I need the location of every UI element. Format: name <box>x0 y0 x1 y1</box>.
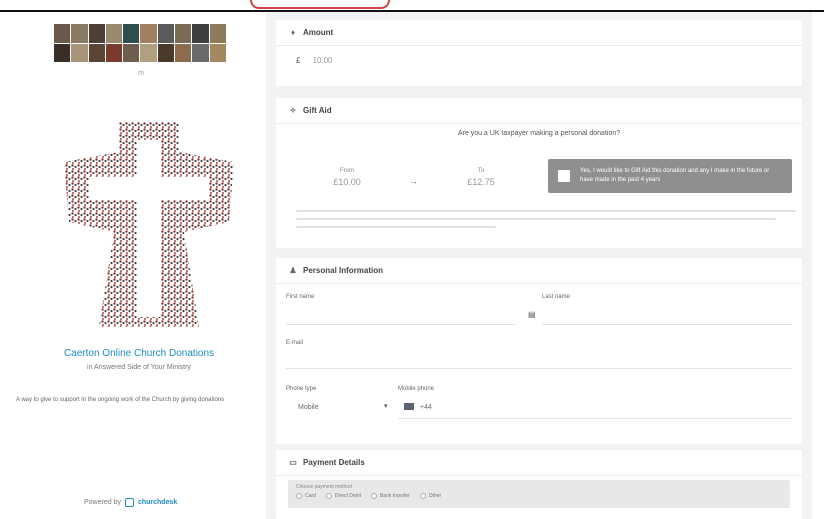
chevron-down-icon[interactable]: ▾ <box>384 402 388 410</box>
personal-info-header: ♟ Personal Information <box>276 258 802 284</box>
church-name: Caerton Online Church Donations <box>63 348 215 359</box>
gift-aid-to: To £12.75 <box>446 168 516 187</box>
brand-logo-icon <box>124 498 134 507</box>
payment-panel: ▭ Payment Details Choose payment method … <box>276 450 802 519</box>
gift-icon: ✧ <box>289 106 297 115</box>
gift-aid-checkbox-panel[interactable]: Yes, I would like to Gift Aid this donat… <box>548 159 792 193</box>
amount-title: Amount <box>303 28 334 37</box>
contact-card-icon: ▤ <box>528 310 536 319</box>
diamond-icon: ♦ <box>290 28 296 37</box>
personal-info-title: Personal Information <box>303 266 384 275</box>
payment-header: ▭ Payment Details <box>276 450 802 476</box>
first-name-label: First name <box>286 294 315 300</box>
mobile-phone-input[interactable]: +44 <box>420 404 432 411</box>
window-top-border <box>0 0 824 12</box>
amount-panel: ♦ Amount £ 10.00 <box>276 20 802 86</box>
gift-aid-title: Gift Aid <box>303 106 332 115</box>
payment-option-direct-debit[interactable]: Direct Debit <box>325 493 361 499</box>
email-input[interactable] <box>286 368 792 369</box>
radio-icon[interactable] <box>370 493 377 499</box>
amount-header: ♦ Amount <box>276 20 802 46</box>
payment-option-label: Bank transfer <box>379 493 410 499</box>
cross-crowd-image <box>64 122 234 327</box>
uk-flag-icon[interactable] <box>404 403 414 410</box>
mobile-phone-underline <box>398 418 792 419</box>
payment-options: Card Direct Debit Bank transfer Other <box>296 493 441 499</box>
mobile-phone-label: Mobile phone <box>398 386 435 392</box>
church-logo-mark: m <box>138 70 146 77</box>
gift-aid-from: From £10.00 <box>312 168 382 187</box>
gift-aid-panel: ✧ Gift Aid Are you a UK taxpayer making … <box>276 98 802 248</box>
radio-icon[interactable] <box>296 493 302 499</box>
to-value: £12.75 <box>467 177 495 187</box>
payment-option-label: Card <box>305 493 316 499</box>
personal-info-panel: ♟ Personal Information First name ▤ Last… <box>276 258 802 444</box>
radio-icon[interactable] <box>419 493 426 499</box>
church-description: A way to give to support in the ongoing … <box>16 397 225 403</box>
email-label: E-mail <box>286 340 304 346</box>
payment-title: Payment Details <box>303 458 365 467</box>
gift-aid-fine-print <box>296 210 796 228</box>
phone-type-select[interactable]: Mobile <box>298 404 319 411</box>
to-label: To <box>477 168 485 174</box>
amount-input-row[interactable]: £ 10.00 <box>296 56 332 65</box>
gift-aid-header: ✧ Gift Aid <box>276 98 802 124</box>
payment-option-label: Direct Debit <box>334 493 361 499</box>
card-icon: ▭ <box>289 458 297 467</box>
phone-type-label: Phone type <box>286 386 317 392</box>
gift-aid-checkbox[interactable] <box>558 170 570 182</box>
powered-by-label: Powered by <box>84 499 121 506</box>
church-photo-strip <box>54 24 226 62</box>
payment-option-card[interactable]: Card <box>296 493 316 499</box>
gift-aid-checkbox-text: Yes, I would like to Gift Aid this donat… <box>580 168 770 183</box>
payment-methods: Choose payment method Card Direct Debit … <box>288 480 790 508</box>
from-value: £10.00 <box>333 177 361 187</box>
payment-option-label: Other <box>428 493 442 499</box>
powered-by: Powered by churchdesk <box>84 498 177 507</box>
person-icon: ♟ <box>289 266 297 275</box>
gift-aid-question: Are you a UK taxpayer making a personal … <box>457 130 621 137</box>
brand-link[interactable]: churchdesk <box>138 499 177 506</box>
arrow-icon: → <box>409 176 418 186</box>
payment-option-other[interactable]: Other <box>419 493 442 499</box>
church-subtitle: in Answered Side of Your Ministry <box>87 364 191 371</box>
payment-methods-label: Choose payment method <box>296 484 352 490</box>
currency-symbol: £ <box>296 56 301 65</box>
active-tab-indicator <box>250 0 390 9</box>
last-name-input[interactable] <box>542 324 792 325</box>
radio-icon[interactable] <box>325 493 332 499</box>
church-sidebar: m Caerton Online Church Donations in Ans… <box>14 12 264 519</box>
amount-input[interactable]: 10.00 <box>312 56 332 65</box>
from-label: From <box>340 168 354 174</box>
last-name-label: Last name <box>542 294 571 300</box>
donation-form: ♦ Amount £ 10.00 ✧ Gift Aid Are you a UK… <box>266 12 812 519</box>
first-name-input[interactable] <box>286 324 516 325</box>
payment-option-bank-transfer[interactable]: Bank transfer <box>370 493 410 499</box>
